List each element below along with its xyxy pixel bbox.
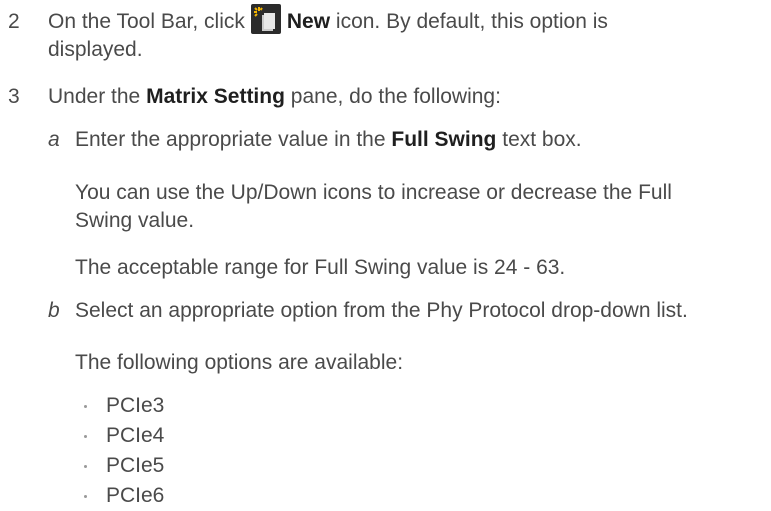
substep-a-para1-line2: Swing value.: [75, 209, 195, 232]
step-2-text-after: icon. By default, this option is: [335, 10, 608, 33]
bullet-icon: [84, 435, 87, 438]
bullet-icon: [84, 405, 87, 408]
substep-letter-b: b: [48, 299, 60, 322]
step-3-text-after: pane, do the following:: [290, 85, 501, 108]
option-item: PCIe3: [106, 394, 165, 417]
step-3-text-before: Under the: [48, 85, 141, 108]
step-2-bold: New: [286, 10, 331, 33]
step-3-bold: Matrix Setting: [146, 85, 285, 108]
step-number-2: 2: [8, 10, 20, 33]
step-2-text-before: On the Tool Bar, click: [48, 10, 245, 33]
substep-a-text: Enter the appropriate value in the Full …: [75, 128, 582, 152]
substep-a-para1-line1: You can use the Up/Down icons to increas…: [75, 181, 672, 204]
substep-letter-a: a: [48, 128, 60, 151]
substep-b-text: Select an appropriate option from the Ph…: [75, 299, 688, 322]
substep-a-bold: Full Swing: [391, 128, 497, 151]
substep-b-intro: The following options are available:: [75, 351, 404, 374]
step-3-text: Under the Matrix Setting pane, do the fo…: [48, 85, 501, 109]
bullet-icon: [84, 495, 87, 498]
option-item: PCIe6: [106, 484, 165, 507]
substep-a-text-before: Enter the appropriate value in the: [75, 128, 386, 151]
step-2-line2: displayed.: [48, 38, 143, 61]
substep-a-para2: The acceptable range for Full Swing valu…: [75, 256, 566, 279]
new-icon: [250, 4, 281, 35]
step-2-text: On the Tool Bar, click New icon. By defa…: [48, 4, 608, 35]
option-item: PCIe4: [106, 424, 165, 447]
option-item: PCIe5: [106, 454, 165, 477]
bullet-icon: [84, 465, 87, 468]
step-number-3: 3: [8, 85, 20, 108]
substep-a-text-after: text box.: [502, 128, 582, 151]
